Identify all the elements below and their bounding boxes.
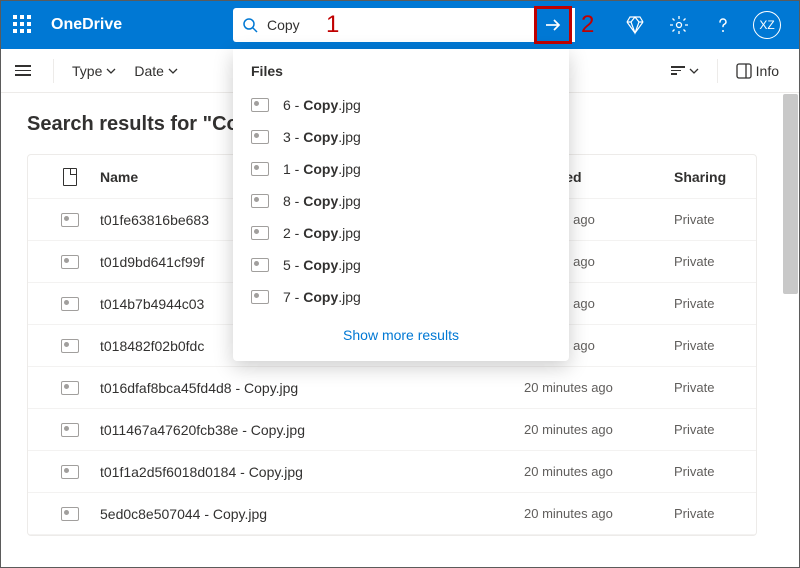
chevron-down-icon — [106, 66, 116, 76]
sort-button[interactable] — [665, 66, 705, 76]
table-row[interactable]: t016dfaf8bca45fd4d8 - Copy.jpg 20 minute… — [28, 367, 756, 409]
suggestion-item[interactable]: 2 - Copy.jpg — [233, 217, 569, 249]
filter-type[interactable]: Type — [66, 63, 122, 79]
search-suggestions-dropdown: Files 6 - Copy.jpg 3 - Copy.jpg 1 - Copy… — [233, 49, 569, 361]
file-sharing: Private — [674, 464, 744, 479]
suggestion-text: 7 - Copy.jpg — [283, 289, 361, 305]
file-name: t011467a47620fcb38e - Copy.jpg — [100, 422, 524, 438]
image-file-icon — [61, 381, 79, 395]
file-name: 5ed0c8e507044 - Copy.jpg — [100, 506, 524, 522]
image-file-icon — [251, 194, 269, 208]
image-file-icon — [61, 255, 79, 269]
chevron-down-icon — [689, 66, 699, 76]
file-name: t016dfaf8bca45fd4d8 - Copy.jpg — [100, 380, 524, 396]
image-file-icon — [251, 162, 269, 176]
search-icon — [233, 17, 267, 33]
file-sharing: Private — [674, 422, 744, 437]
info-icon — [736, 63, 752, 79]
file-sharing: Private — [674, 254, 744, 269]
image-file-icon — [251, 98, 269, 112]
table-row[interactable]: t01f1a2d5f6018d0184 - Copy.jpg 20 minute… — [28, 451, 756, 493]
table-row[interactable]: 5ed0c8e507044 - Copy.jpg 20 minutes ago … — [28, 493, 756, 535]
suggestion-item[interactable]: 8 - Copy.jpg — [233, 185, 569, 217]
image-file-icon — [61, 423, 79, 437]
filter-date[interactable]: Date — [128, 63, 184, 79]
help-icon[interactable] — [703, 1, 743, 49]
image-file-icon — [61, 465, 79, 479]
image-file-icon — [251, 258, 269, 272]
suggestion-text: 1 - Copy.jpg — [283, 161, 361, 177]
suggestion-item[interactable]: 3 - Copy.jpg — [233, 121, 569, 153]
suggestion-item[interactable]: 6 - Copy.jpg — [233, 89, 569, 121]
annotation-2: 2 — [581, 11, 594, 39]
info-button[interactable]: Info — [730, 63, 785, 79]
search-input[interactable] — [267, 8, 545, 42]
file-modified: 20 minutes ago — [524, 506, 674, 521]
premium-icon[interactable] — [615, 1, 655, 49]
suggestions-section-title: Files — [233, 63, 569, 89]
suggestion-text: 6 - Copy.jpg — [283, 97, 361, 113]
file-sharing: Private — [674, 380, 744, 395]
search-box[interactable] — [233, 8, 575, 42]
file-type-column-icon — [63, 168, 77, 186]
filter-date-label: Date — [134, 63, 164, 79]
image-file-icon — [251, 130, 269, 144]
separator — [717, 59, 718, 83]
chevron-down-icon — [168, 66, 178, 76]
file-sharing: Private — [674, 296, 744, 311]
column-sharing[interactable]: Sharing — [674, 169, 744, 185]
annotation-1: 1 — [326, 11, 339, 39]
suggestion-text: 2 - Copy.jpg — [283, 225, 361, 241]
image-file-icon — [61, 507, 79, 521]
search-submit-button[interactable] — [534, 6, 572, 44]
file-modified: 20 minutes ago — [524, 464, 674, 479]
file-modified: 20 minutes ago — [524, 422, 674, 437]
suggestion-text: 5 - Copy.jpg — [283, 257, 361, 273]
image-file-icon — [251, 290, 269, 304]
image-file-icon — [61, 339, 79, 353]
brand-label: OneDrive — [51, 16, 122, 34]
scrollbar[interactable] — [783, 94, 798, 294]
suggestion-text: 3 - Copy.jpg — [283, 129, 361, 145]
account-avatar[interactable]: XZ — [747, 1, 787, 49]
file-name: t01f1a2d5f6018d0184 - Copy.jpg — [100, 464, 524, 480]
file-modified: 20 minutes ago — [524, 380, 674, 395]
file-sharing: Private — [674, 506, 744, 521]
suggestion-item[interactable]: 1 - Copy.jpg — [233, 153, 569, 185]
table-row[interactable]: t011467a47620fcb38e - Copy.jpg 20 minute… — [28, 409, 756, 451]
suggestion-text: 8 - Copy.jpg — [283, 193, 361, 209]
image-file-icon — [251, 226, 269, 240]
file-sharing: Private — [674, 338, 744, 353]
suggestion-item[interactable]: 5 - Copy.jpg — [233, 249, 569, 281]
show-more-results-link[interactable]: Show more results — [233, 313, 569, 351]
suggestion-item[interactable]: 7 - Copy.jpg — [233, 281, 569, 313]
file-sharing: Private — [674, 212, 744, 227]
separator — [53, 59, 54, 83]
avatar-initials: XZ — [753, 11, 781, 39]
app-launcher-icon[interactable] — [13, 15, 33, 35]
info-label: Info — [756, 63, 779, 79]
filter-type-label: Type — [72, 63, 102, 79]
settings-icon[interactable] — [659, 1, 699, 49]
nav-toggle-icon[interactable] — [15, 61, 41, 80]
image-file-icon — [61, 297, 79, 311]
sort-icon — [671, 66, 685, 75]
image-file-icon — [61, 213, 79, 227]
